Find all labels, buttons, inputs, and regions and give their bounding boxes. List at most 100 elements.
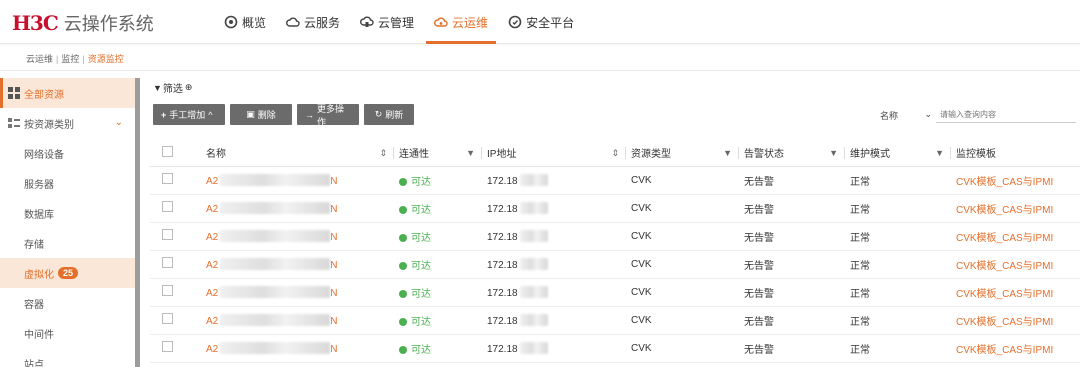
cell-template[interactable]: CVK模板_CAS与IPMI bbox=[950, 166, 1080, 195]
row-checkbox[interactable] bbox=[162, 257, 173, 268]
row-checkbox[interactable] bbox=[162, 341, 173, 352]
filter-icon[interactable]: ▼ bbox=[935, 148, 944, 158]
template-link[interactable]: CVK模板_CAS与IPMI bbox=[956, 289, 1053, 300]
row-checkbox[interactable] bbox=[162, 285, 173, 296]
nav-cloud-ops[interactable]: 云运维 bbox=[426, 0, 497, 44]
sidebar-item-database[interactable]: 数据库 bbox=[0, 198, 135, 228]
sidebar-scrollbar[interactable] bbox=[135, 78, 140, 367]
sidebar-item-container[interactable]: 容器 bbox=[0, 288, 135, 318]
row-checkbox[interactable] bbox=[162, 173, 173, 184]
sidebar-item-storage[interactable]: 存储 bbox=[0, 228, 135, 258]
resource-type: CVK bbox=[631, 202, 652, 214]
column-header-template[interactable]: 监控模板 bbox=[950, 140, 1080, 167]
template-link[interactable]: CVK模板_CAS与IPMI bbox=[956, 177, 1053, 188]
cell-template[interactable]: CVK模板_CAS与IPMI bbox=[950, 306, 1080, 335]
cell-name[interactable]: A2 N bbox=[200, 306, 393, 335]
sidebar-item-servers[interactable]: 服务器 bbox=[0, 168, 135, 198]
column-header-ip[interactable]: IP地址 ⇕ bbox=[481, 140, 625, 167]
row-checkbox[interactable] bbox=[162, 201, 173, 212]
nav-overview[interactable]: 概览 bbox=[216, 0, 274, 44]
row-checkbox[interactable] bbox=[162, 229, 173, 240]
table-row[interactable]: A2 N 可达 172.18 CVK 无告警 正常 CVK模板_CAS与IPMI bbox=[150, 306, 1080, 335]
column-header-name[interactable]: 名称 ⇕ bbox=[200, 140, 393, 167]
column-header-connectivity[interactable]: 连通性 ▼ bbox=[393, 140, 481, 167]
resource-name[interactable]: A2 bbox=[206, 176, 218, 187]
column-divider bbox=[950, 147, 951, 159]
cell-name[interactable]: A2 N bbox=[200, 222, 393, 251]
alarm-status: 无告警 bbox=[744, 260, 774, 272]
sidebar-item-network-devices[interactable]: 网络设备 bbox=[0, 138, 135, 168]
nav-security[interactable]: 安全平台 bbox=[500, 0, 582, 44]
cell-name[interactable]: A2 N bbox=[200, 278, 393, 307]
sidebar-item-virtualization[interactable]: 虚拟化 25 bbox=[0, 258, 135, 288]
cell-name[interactable]: A2 N bbox=[200, 334, 393, 363]
cell-template[interactable]: CVK模板_CAS与IPMI bbox=[950, 278, 1080, 307]
table-row[interactable]: A2 N 可达 172.18 CVK 无告警 正常 CVK模板_CAS与IPMI bbox=[150, 222, 1080, 251]
breadcrumb-item[interactable]: 云运维 bbox=[26, 52, 53, 65]
cell-template[interactable]: CVK模板_CAS与IPMI bbox=[950, 334, 1080, 363]
template-link[interactable]: CVK模板_CAS与IPMI bbox=[956, 233, 1053, 244]
cell-ip: 172.18 bbox=[481, 334, 625, 363]
template-link[interactable]: CVK模板_CAS与IPMI bbox=[956, 317, 1053, 328]
alarm-status: 无告警 bbox=[744, 316, 774, 328]
resource-name[interactable]: A2 bbox=[206, 344, 218, 355]
delete-button[interactable]: ▣ 删除 bbox=[230, 104, 292, 125]
resource-name[interactable]: A2 bbox=[206, 260, 218, 271]
cell-name[interactable]: A2 N bbox=[200, 194, 393, 223]
column-header-alarm-status[interactable]: 告警状态 ▼ bbox=[738, 140, 844, 167]
cell-template[interactable]: CVK模板_CAS与IPMI bbox=[950, 194, 1080, 223]
cell-ip: 172.18 bbox=[481, 194, 625, 223]
search-input[interactable] bbox=[936, 107, 1076, 123]
table-row[interactable]: A2 N 可达 172.18 CVK 无告警 正常 CVK模板_CAS与IPMI bbox=[150, 194, 1080, 223]
nav-cloud-service[interactable]: 云服务 bbox=[278, 0, 348, 44]
table-row[interactable]: A2 N 可达 172.18 CVK 无告警 正常 CVK模板_CAS与IPMI bbox=[150, 166, 1080, 195]
connectivity-status: 可达 bbox=[411, 288, 431, 300]
sidebar-item-site[interactable]: 站点 bbox=[0, 348, 135, 367]
cell-name[interactable]: A2 N bbox=[200, 166, 393, 195]
sidebar-item-all-resources[interactable]: 全部资源 bbox=[0, 78, 135, 108]
security-icon bbox=[508, 15, 522, 29]
template-link[interactable]: CVK模板_CAS与IPMI bbox=[956, 345, 1053, 356]
manual-add-button[interactable]: + 手工增加 ^ bbox=[153, 104, 225, 125]
chevron-down-icon[interactable]: ⌄ bbox=[115, 117, 123, 128]
table-row[interactable]: A2 N 可达 172.18 CVK 无告警 正常 CVK模板_CAS与IPMI bbox=[150, 250, 1080, 279]
sidebar-item-by-type[interactable]: 按资源类别 ⌄ bbox=[0, 108, 135, 138]
sidebar-item-middleware[interactable]: 中间件 bbox=[0, 318, 135, 348]
refresh-button[interactable]: ↻ 刷新 bbox=[364, 104, 414, 125]
breadcrumb-item[interactable]: 监控 bbox=[61, 52, 79, 65]
cell-ip: 172.18 bbox=[481, 278, 625, 307]
filter-icon[interactable]: ▼ bbox=[829, 148, 838, 158]
sidebar-item-label: 按资源类别 bbox=[24, 119, 74, 131]
column-header-maintenance[interactable]: 维护模式 ▼ bbox=[844, 140, 950, 167]
cell-alarm-status: 无告警 bbox=[738, 278, 844, 307]
resource-name[interactable]: A2 bbox=[206, 288, 218, 299]
column-header-resource-type[interactable]: 资源类型 ▼ bbox=[625, 140, 738, 167]
template-link[interactable]: CVK模板_CAS与IPMI bbox=[956, 205, 1053, 216]
template-link[interactable]: CVK模板_CAS与IPMI bbox=[956, 261, 1053, 272]
resource-name[interactable]: A2 bbox=[206, 204, 218, 215]
brand-logo[interactable]: H3C 云操作系统 bbox=[12, 10, 154, 36]
cell-template[interactable]: CVK模板_CAS与IPMI bbox=[950, 222, 1080, 251]
table-row[interactable]: A2 N 可达 172.18 CVK 无告警 正常 CVK模板_CAS与IPMI bbox=[150, 334, 1080, 363]
cell-name[interactable]: A2 N bbox=[200, 250, 393, 279]
redacted-text bbox=[220, 285, 331, 298]
sidebar-item-label: 数据库 bbox=[24, 209, 54, 221]
row-checkbox[interactable] bbox=[162, 313, 173, 324]
resource-name[interactable]: A2 bbox=[206, 232, 218, 243]
ip-address: 172.18 bbox=[487, 259, 518, 271]
select-all-checkbox[interactable] bbox=[162, 145, 173, 157]
cloud-service-icon bbox=[286, 17, 300, 27]
more-actions-button[interactable]: → 更多操作 bbox=[297, 104, 359, 127]
sort-icon[interactable]: ⇕ bbox=[379, 148, 387, 159]
table-row[interactable]: A2 N 可达 172.18 CVK 无告警 正常 CVK模板_CAS与IPMI bbox=[150, 278, 1080, 307]
nav-cloud-manage[interactable]: 云管理 bbox=[352, 0, 422, 44]
search-field-select[interactable]: 名称 ⌄ bbox=[880, 109, 936, 122]
cell-template[interactable]: CVK模板_CAS与IPMI bbox=[950, 250, 1080, 279]
filter-toggle[interactable]: ▼ 筛选 ⊕ bbox=[153, 80, 192, 95]
ip-address: 172.18 bbox=[487, 315, 518, 327]
resource-name[interactable]: A2 bbox=[206, 316, 218, 327]
column-label: 监控模板 bbox=[956, 149, 996, 161]
filter-icon[interactable]: ▼ bbox=[466, 148, 475, 158]
sort-icon[interactable]: ⇕ bbox=[611, 148, 619, 159]
filter-icon[interactable]: ▼ bbox=[723, 148, 732, 158]
